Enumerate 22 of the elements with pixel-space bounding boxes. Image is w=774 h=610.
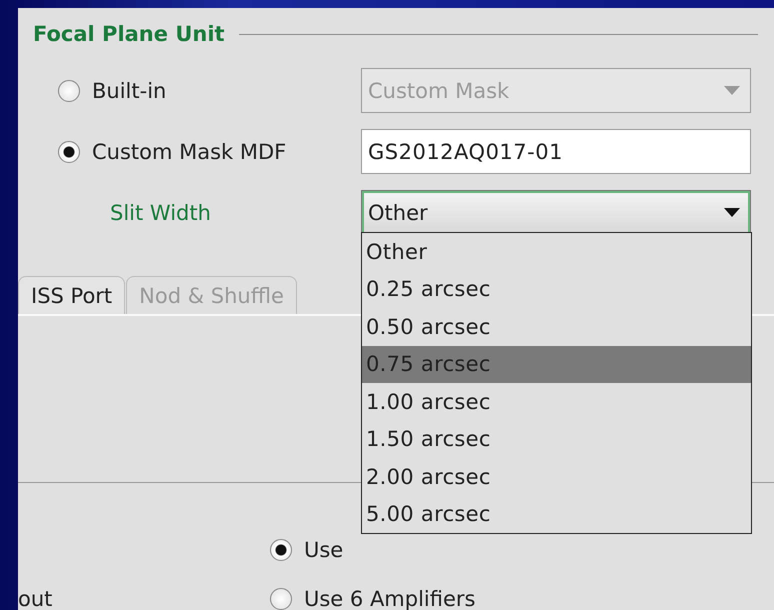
caret-icon [724, 208, 740, 217]
radio-button[interactable] [270, 588, 292, 610]
radio-button[interactable] [270, 538, 292, 560]
radio-label[interactable]: Use 6 Amplifiers [304, 586, 476, 610]
menu-item[interactable]: 5.00 arcsec [362, 496, 751, 533]
radio-button[interactable] [58, 140, 80, 162]
menu-item[interactable]: 1.50 arcsec [362, 420, 751, 458]
field-label: out [18, 586, 52, 610]
tab[interactable]: ISS Port [18, 276, 126, 314]
menu-item[interactable]: Other [362, 233, 751, 270]
menu-item[interactable]: 0.50 arcsec [362, 308, 751, 346]
menu-item[interactable]: 0.25 arcsec [362, 270, 751, 308]
dropdown[interactable]: Other [361, 190, 751, 235]
field-label: Slit Width [110, 200, 211, 224]
menu-item[interactable]: 0.75 arcsec [362, 346, 751, 383]
caret-icon [724, 86, 740, 95]
input-field[interactable]: GS2012AQ017-01 [361, 129, 751, 174]
menu-item[interactable]: 2.00 arcsec [362, 458, 751, 496]
radio-label[interactable]: Use [304, 538, 344, 562]
section-title: Focal Plane Unit [33, 22, 225, 46]
radio-label[interactable]: Custom Mask MDF [92, 140, 286, 164]
menu-item[interactable]: 1.00 arcsec [362, 383, 751, 420]
